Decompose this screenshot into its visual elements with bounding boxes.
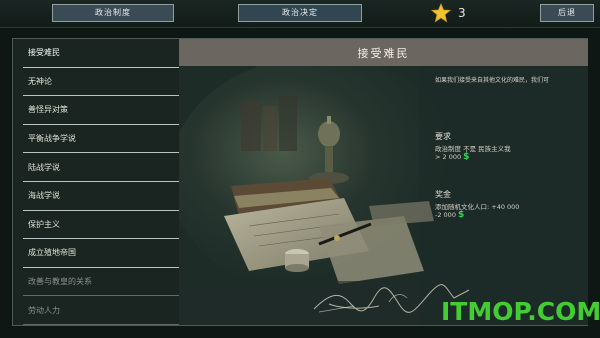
requirements-header: 要求 — [435, 132, 451, 141]
list-item[interactable]: 海战学说 — [23, 182, 183, 211]
list-item[interactable]: 无神论 — [23, 68, 183, 97]
requirement-money-line: > 2 000 $ — [435, 152, 469, 162]
star-count: 3 — [458, 6, 466, 20]
decision-list: 接受难民 无神论 善怪异对策 平衡战争学说 陆战学说 海战学说 保护主义 成立殖… — [23, 39, 183, 325]
list-item[interactable]: 改善与教皇的关系 — [23, 268, 183, 297]
list-item[interactable]: 陆战学说 — [23, 153, 183, 182]
reward-header: 奖金 — [435, 190, 451, 199]
list-item[interactable]: 平衡战争学说 — [23, 125, 183, 154]
requirement-amount: > 2 000 — [435, 153, 462, 161]
watermark-logo: ITMOP.COM — [441, 297, 600, 326]
list-item[interactable]: 保护主义 — [23, 211, 183, 240]
decision-illustration — [179, 66, 588, 325]
decision-list-panel: 接受难民 无神论 善怪异对策 平衡战争学说 陆战学说 海战学说 保护主义 成立殖… — [13, 39, 183, 325]
list-item[interactable]: 接受难民 — [23, 39, 183, 68]
decision-description: 如果我们接受来自其他文化的难民，我们可 — [435, 77, 550, 84]
back-button[interactable]: 后退 — [540, 4, 594, 22]
detail-title: 接受难民 — [357, 47, 410, 60]
list-item[interactable]: 善怪异对策 — [23, 96, 183, 125]
dollar-icon: $ — [457, 210, 465, 220]
star-icon — [431, 3, 451, 23]
policy-decision-button[interactable]: 政治决定 — [238, 4, 362, 22]
reward-amount: -2 000 — [435, 211, 456, 219]
detail-title-bar: 接受难民 — [179, 39, 588, 66]
dollar-icon: $ — [463, 152, 470, 162]
decision-detail-panel: 接受难民 如果我们接受来自其他文化的难民，我们可 要求 政治制度 不是 民族主义… — [179, 39, 588, 325]
policy-system-button[interactable]: 政治制度 — [52, 4, 174, 22]
top-bar: 政治制度 政治决定 3 后退 — [0, 0, 600, 28]
list-item[interactable]: 劳动人力 — [23, 296, 183, 325]
reward-money-line: -2 000 $ — [435, 210, 464, 220]
list-item[interactable]: 成立殖地帝国 — [23, 239, 183, 268]
